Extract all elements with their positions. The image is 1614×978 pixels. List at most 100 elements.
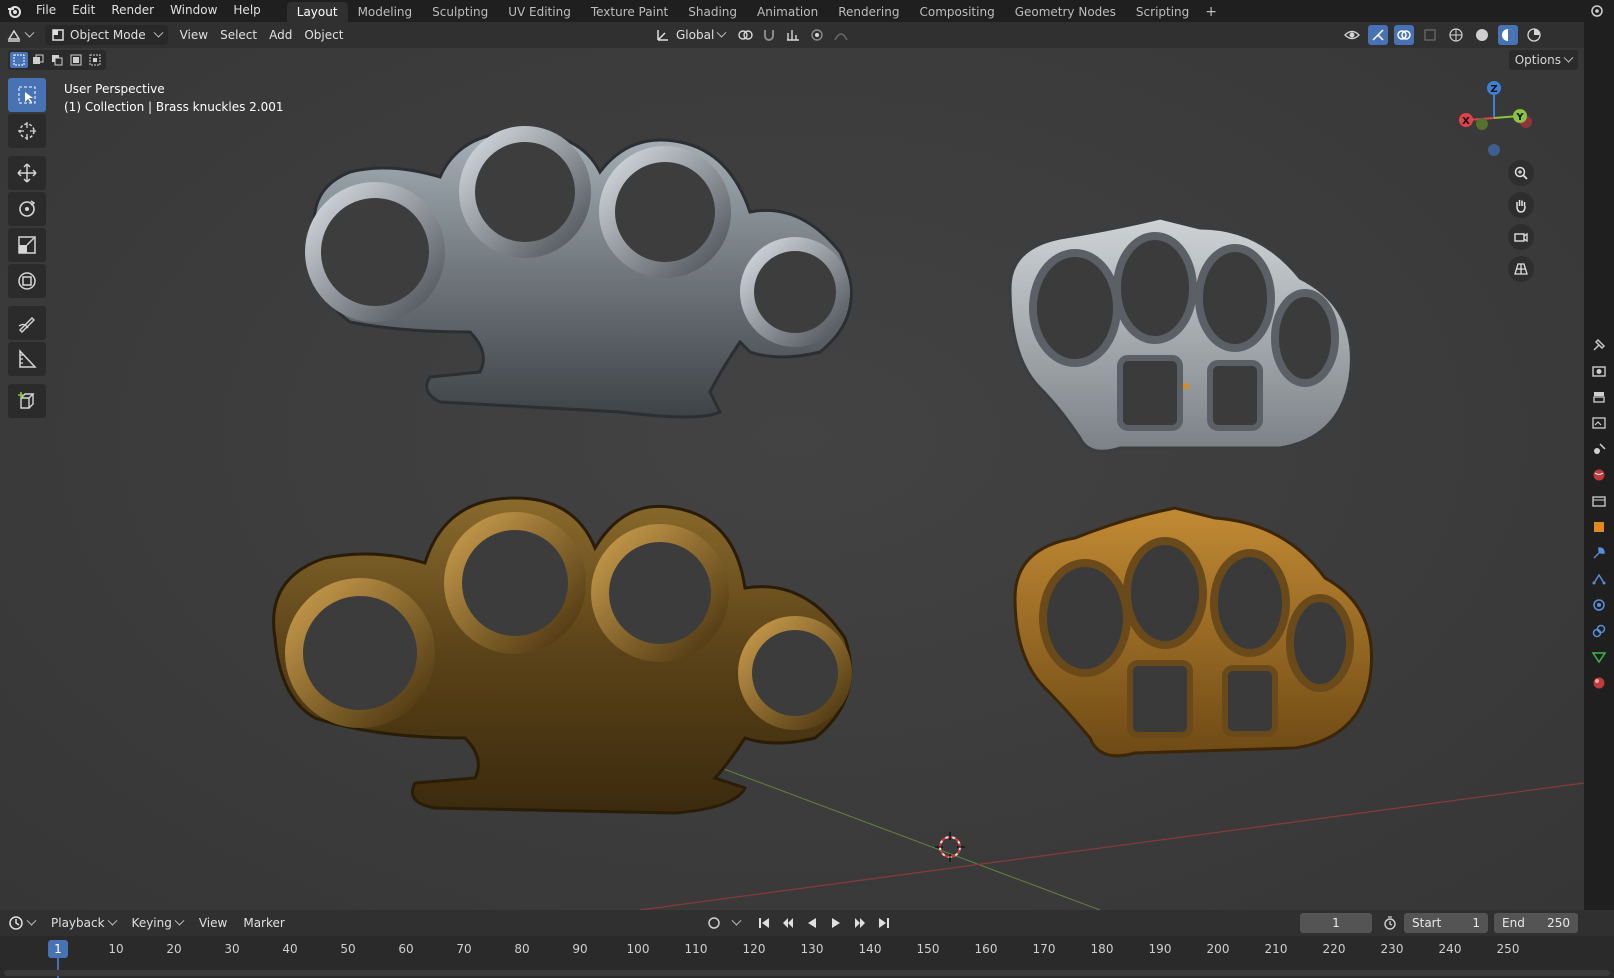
tab-sculpting[interactable]: Sculpting [422, 2, 498, 22]
current-frame-field[interactable]: 1 [1300, 913, 1372, 933]
tab-scripting[interactable]: Scripting [1126, 2, 1199, 22]
particle-properties-icon[interactable] [1584, 566, 1614, 592]
modifier-properties-icon[interactable] [1584, 540, 1614, 566]
playback-menu[interactable]: Playback [43, 915, 124, 930]
perspective-toggle-icon[interactable] [1508, 256, 1534, 282]
scene-icon[interactable] [1588, 2, 1608, 20]
scene-properties-icon[interactable] [1584, 436, 1614, 462]
select-invert-icon[interactable] [67, 52, 85, 68]
menu-help[interactable]: Help [225, 0, 268, 22]
add-cube-tool[interactable] [8, 384, 46, 418]
3d-cursor-icon[interactable] [935, 832, 965, 862]
end-frame-field[interactable]: End 250 [1494, 913, 1578, 933]
play-reverse-icon[interactable] [802, 913, 822, 933]
options-dropdown[interactable]: Options [1508, 50, 1578, 70]
3d-viewport[interactable]: Options User Perspective (1) Collection … [0, 48, 1584, 910]
timeline-scrollbar[interactable] [4, 970, 1610, 976]
scale-tool[interactable] [8, 228, 46, 262]
material-shading-icon[interactable] [1498, 25, 1518, 45]
timeline-editor-type-button[interactable] [0, 915, 43, 931]
chevron-down-icon[interactable] [728, 913, 741, 933]
tab-animation[interactable]: Animation [747, 2, 828, 22]
solid-shading-icon[interactable] [1472, 25, 1492, 45]
add-workspace-button[interactable]: + [1199, 2, 1223, 22]
rotate-tool[interactable] [8, 192, 46, 226]
jump-to-keyframe-back-icon[interactable] [778, 913, 798, 933]
tool-properties-icon[interactable] [1584, 332, 1614, 358]
menu-window[interactable]: Window [162, 0, 225, 22]
tab-compositing[interactable]: Compositing [909, 2, 1004, 22]
output-properties-icon[interactable] [1584, 384, 1614, 410]
neg-y-axis-handle[interactable] [1476, 118, 1488, 130]
tab-layout[interactable]: Layout [286, 2, 348, 22]
falloff-icon[interactable] [831, 25, 851, 45]
neg-z-axis-handle[interactable] [1488, 144, 1500, 156]
tab-texture-paint[interactable]: Texture Paint [581, 2, 678, 22]
tab-modeling[interactable]: Modeling [348, 2, 423, 22]
transform-tool[interactable] [8, 264, 46, 298]
select-extend-icon[interactable] [29, 52, 47, 68]
rendered-shading-icon[interactable] [1524, 25, 1544, 45]
material-properties-icon[interactable] [1584, 670, 1614, 696]
transform-orientation-dropdown[interactable]: Global [650, 25, 731, 45]
editor-type-button[interactable] [0, 25, 39, 45]
measure-tool[interactable] [8, 342, 46, 376]
view-layer-properties-icon[interactable] [1584, 410, 1614, 436]
constraint-properties-icon[interactable] [1584, 618, 1614, 644]
cursor-tool[interactable] [8, 114, 46, 148]
navigation-gizmo[interactable]: Z Y X [1452, 76, 1536, 160]
annotate-tool[interactable] [8, 306, 46, 340]
move-tool[interactable] [8, 156, 46, 190]
menu-object[interactable]: Object [298, 25, 349, 45]
pivot-point-icon[interactable] [735, 25, 755, 45]
menu-render[interactable]: Render [103, 0, 162, 22]
pan-hand-icon[interactable] [1508, 192, 1534, 218]
blender-logo-icon[interactable] [0, 0, 28, 22]
tab-rendering[interactable]: Rendering [828, 2, 909, 22]
menu-edit[interactable]: Edit [64, 0, 103, 22]
menu-add[interactable]: Add [263, 25, 298, 45]
data-properties-icon[interactable] [1584, 644, 1614, 670]
start-frame-field[interactable]: Start 1 [1404, 913, 1488, 933]
select-intersect-icon[interactable] [86, 52, 104, 68]
render-properties-icon[interactable] [1584, 358, 1614, 384]
snap-icon[interactable] [759, 25, 779, 45]
jump-to-keyframe-forward-icon[interactable] [850, 913, 870, 933]
silver-knuckles-angled[interactable] [1000, 208, 1370, 468]
tab-geometry-nodes[interactable]: Geometry Nodes [1005, 2, 1126, 22]
object-properties-icon[interactable] [1584, 514, 1614, 540]
wireframe-shading-icon[interactable] [1446, 25, 1466, 45]
visibility-icon[interactable] [1342, 25, 1362, 45]
object-mode-dropdown[interactable]: Object Mode [45, 25, 168, 45]
timeline-view-menu[interactable]: View [191, 916, 235, 930]
playhead-frame-indicator[interactable]: 1 [48, 940, 68, 958]
select-box-tool[interactable] [8, 78, 46, 112]
jump-to-end-icon[interactable] [874, 913, 894, 933]
jump-to-start-icon[interactable] [754, 913, 774, 933]
physics-properties-icon[interactable] [1584, 592, 1614, 618]
menu-view[interactable]: View [174, 25, 214, 45]
overlay-toggle-icon[interactable] [1394, 25, 1414, 45]
play-icon[interactable] [826, 913, 846, 933]
stopwatch-icon[interactable] [1380, 913, 1400, 933]
silver-knuckles-front[interactable] [280, 92, 900, 432]
collection-properties-icon[interactable] [1584, 488, 1614, 514]
menu-select[interactable]: Select [214, 25, 263, 45]
keying-menu[interactable]: Keying [124, 915, 191, 930]
proportional-editing-icon[interactable] [807, 25, 827, 45]
timeline-ruler[interactable]: 1 10 20 30 40 50 60 70 80 90 100 110 120 130 140 150 16… [0, 936, 1614, 978]
select-subtract-icon[interactable] [48, 52, 66, 68]
brass-knuckles-front[interactable] [255, 468, 875, 828]
camera-view-icon[interactable] [1508, 224, 1534, 250]
brass-knuckles-angled[interactable] [1005, 498, 1385, 768]
menu-file[interactable]: File [28, 0, 64, 22]
auto-keying-icon[interactable] [704, 913, 724, 933]
xray-icon[interactable] [1420, 25, 1440, 45]
select-new-icon[interactable] [10, 52, 28, 68]
zoom-icon[interactable] [1508, 160, 1534, 186]
gizmo-toggle-icon[interactable] [1368, 25, 1388, 45]
tab-shading[interactable]: Shading [678, 2, 747, 22]
snap-target-icon[interactable] [783, 25, 803, 45]
tab-uv-editing[interactable]: UV Editing [498, 2, 581, 22]
world-properties-icon[interactable] [1584, 462, 1614, 488]
